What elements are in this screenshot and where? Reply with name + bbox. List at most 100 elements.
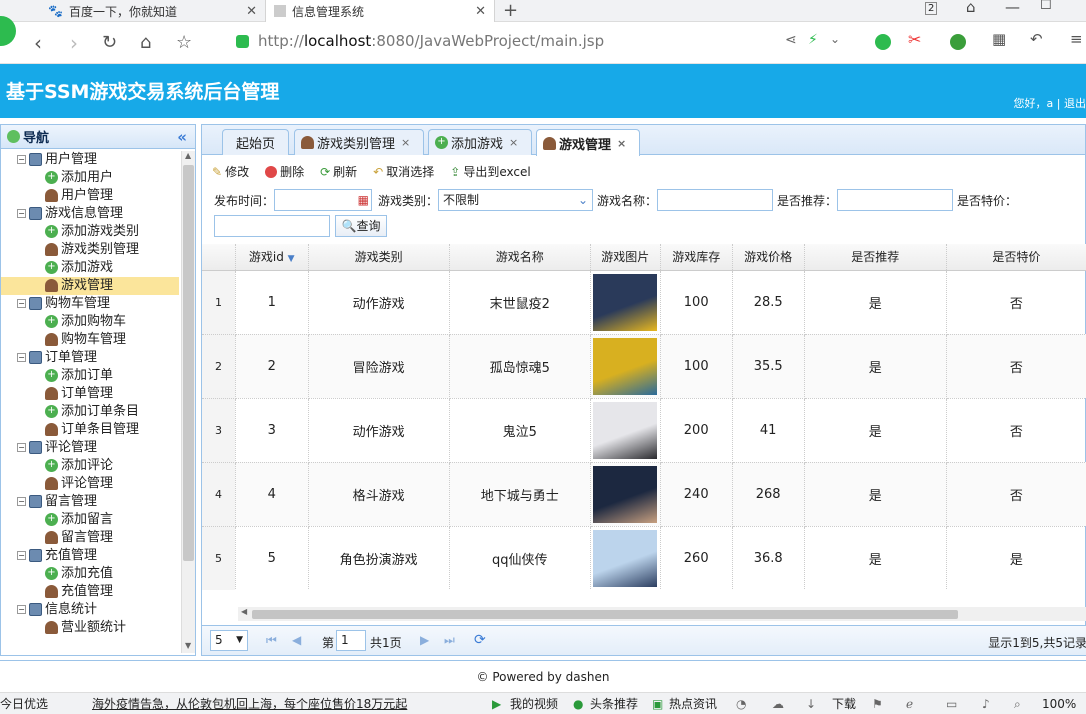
sidebar-scrollbar[interactable]: ▲ ▼ — [181, 151, 195, 653]
sidebar-item[interactable]: + 添加订单条目 — [1, 403, 179, 421]
sidebar-group[interactable]: − 购物车管理 — [1, 295, 179, 313]
collapse-toggle-icon[interactable]: − — [17, 605, 26, 614]
status-videos[interactable]: 我的视频 — [510, 693, 558, 714]
horizontal-scrollbar[interactable]: ◀ — [238, 607, 1086, 621]
tab-add-game[interactable]: + 添加游戏 × — [428, 129, 532, 155]
edit-button[interactable]: ✎ 修改 — [212, 163, 249, 180]
refresh-button[interactable]: ⟳ 刷新 — [320, 163, 357, 180]
game-thumbnail[interactable] — [593, 273, 658, 331]
table-row[interactable]: 1 1 动作游戏 末世鼠疫2 100 28.5 是否 — [202, 270, 1086, 335]
status-hot-news[interactable]: 热点资讯 — [669, 693, 717, 714]
sidebar-group[interactable]: − 充值管理 — [1, 547, 179, 565]
delete-button[interactable]: 删除 — [265, 163, 304, 180]
column-header-name[interactable]: 游戏名称 — [449, 244, 591, 271]
tab-game-category[interactable]: 游戏类别管理 × — [294, 129, 424, 155]
sidebar-item[interactable]: 游戏类别管理 — [1, 241, 179, 259]
reload-icon[interactable]: ↻ — [102, 30, 117, 56]
sidebar-item[interactable]: 用户管理 — [1, 187, 179, 205]
sidebar-item[interactable]: + 添加游戏 — [1, 259, 179, 277]
sidebar-group[interactable]: − 信息统计 — [1, 601, 179, 619]
column-header-recommend[interactable]: 是否推荐 — [804, 244, 947, 271]
sidebar-item[interactable]: 营业额统计 — [1, 619, 179, 637]
sidebar-group[interactable]: − 留言管理 — [1, 493, 179, 511]
close-icon[interactable]: × — [509, 136, 518, 149]
sidebar-scroll-thumb[interactable] — [183, 165, 194, 561]
sidebar-item[interactable]: + 添加游戏类别 — [1, 223, 179, 241]
window-icon[interactable]: ▭ — [946, 693, 957, 714]
chevron-down-icon[interactable]: ⌄ — [830, 32, 840, 46]
zoom-icon[interactable]: ⌕ — [1014, 693, 1021, 714]
sidebar-item[interactable]: 订单条目管理 — [1, 421, 179, 439]
prev-page-icon[interactable]: ◀ — [292, 633, 301, 647]
back-icon[interactable]: ‹ — [34, 30, 42, 56]
home-icon[interactable]: ⌂ — [140, 30, 151, 56]
game-thumbnail[interactable] — [593, 529, 658, 587]
horizontal-scroll-thumb[interactable] — [252, 610, 958, 619]
maximize-icon[interactable]: ☐ — [1040, 0, 1052, 13]
close-icon[interactable]: ✕ — [246, 4, 257, 19]
apps-icon[interactable]: ▦ — [992, 30, 1006, 48]
collapse-toggle-icon[interactable]: − — [17, 353, 26, 362]
speed-icon[interactable]: ◔ — [736, 693, 746, 714]
close-icon[interactable]: × — [617, 137, 626, 150]
table-row[interactable]: 4 4 格斗游戏 地下城与勇士 240 268 是否 — [202, 462, 1086, 527]
refresh-icon[interactable]: ⟳ — [474, 632, 486, 648]
game-thumbnail[interactable] — [593, 337, 658, 395]
scroll-down-icon[interactable]: ▼ — [185, 641, 191, 650]
sidebar-item[interactable]: + 添加评论 — [1, 457, 179, 475]
publish-time-input[interactable]: ▦ — [274, 189, 372, 211]
sidebar-item[interactable]: 游戏管理 — [1, 277, 179, 295]
query-button[interactable]: 🔍查询 — [335, 215, 387, 237]
column-header-price[interactable]: 游戏价格 — [732, 244, 805, 271]
status-headlines[interactable]: 头条推荐 — [590, 693, 638, 714]
sidebar-item[interactable]: 充值管理 — [1, 583, 179, 601]
chevron-down-icon[interactable]: ▼ — [236, 631, 243, 650]
tab-start[interactable]: 起始页 — [222, 129, 289, 155]
status-download[interactable]: 下载 — [832, 693, 856, 714]
sidebar-item[interactable]: 评论管理 — [1, 475, 179, 493]
pin-icon[interactable]: ⌂ — [966, 0, 976, 16]
minimize-icon[interactable]: — — [1005, 0, 1020, 16]
column-header-stock[interactable]: 游戏库存 — [660, 244, 733, 271]
category-select[interactable]: 不限制 ⌄ — [438, 189, 593, 211]
status-left[interactable]: 今日优选 — [0, 693, 48, 714]
table-row[interactable]: 5 5 角色扮演游戏 qq仙侠传 260 36.8 是是 — [202, 526, 1086, 590]
share-icon[interactable]: ⋖ — [785, 32, 797, 48]
sidebar-item[interactable]: 购物车管理 — [1, 331, 179, 349]
column-header-image[interactable]: 游戏图片 — [590, 244, 661, 271]
page-size-select[interactable]: 5 ▼ — [210, 630, 248, 651]
new-tab-button[interactable]: + — [503, 0, 518, 21]
calendar-icon[interactable]: ▦ — [358, 190, 369, 210]
lightning-icon[interactable]: ⚡ — [808, 32, 818, 48]
table-row[interactable]: 3 3 动作游戏 鬼泣5 200 41 是否 — [202, 398, 1086, 463]
forward-icon[interactable]: › — [70, 30, 78, 56]
menu-icon[interactable]: ≡ — [1070, 30, 1083, 48]
sidebar-item[interactable]: + 添加充值 — [1, 565, 179, 583]
sidebar-group[interactable]: − 评论管理 — [1, 439, 179, 457]
sidebar-item[interactable]: 订单管理 — [1, 385, 179, 403]
volume-icon[interactable]: ♪ — [982, 693, 990, 714]
sidebar-item[interactable]: + 添加购物车 — [1, 313, 179, 331]
export-excel-button[interactable]: ⇪ 导出到excel — [450, 163, 530, 180]
collapse-toggle-icon[interactable]: − — [17, 155, 26, 164]
column-header-special[interactable]: 是否特价 — [946, 244, 1086, 271]
special-input[interactable] — [214, 215, 330, 237]
download-icon[interactable]: ↓ — [806, 693, 816, 714]
close-icon[interactable]: × — [401, 136, 410, 149]
last-page-icon[interactable]: ⏭ — [444, 633, 455, 648]
chevron-down-icon[interactable]: ⌄ — [578, 190, 588, 210]
news-ticker[interactable]: 海外疫情告急，从伦敦包机回上海，每个座位售价18万元起 — [92, 693, 407, 714]
ie-icon[interactable]: ℯ — [906, 693, 913, 714]
page-number-input[interactable]: 1 — [336, 630, 366, 651]
extension-icon[interactable] — [875, 34, 891, 50]
first-page-icon[interactable]: ⏮ — [266, 633, 277, 648]
browser-tab-baidu[interactable]: 🐾 百度一下，你就知道 ✕ — [40, 0, 265, 22]
collapse-toggle-icon[interactable]: − — [17, 497, 26, 506]
tab-count-badge[interactable]: 2 — [925, 2, 938, 15]
scroll-up-icon[interactable]: ▲ — [185, 151, 191, 160]
next-page-icon[interactable]: ▶ — [420, 633, 429, 647]
sidebar-item[interactable]: 留言管理 — [1, 529, 179, 547]
sidebar-group[interactable]: − 订单管理 — [1, 349, 179, 367]
sidebar-item[interactable]: + 添加订单 — [1, 367, 179, 385]
clear-selection-button[interactable]: ↶ 取消选择 — [373, 163, 434, 180]
